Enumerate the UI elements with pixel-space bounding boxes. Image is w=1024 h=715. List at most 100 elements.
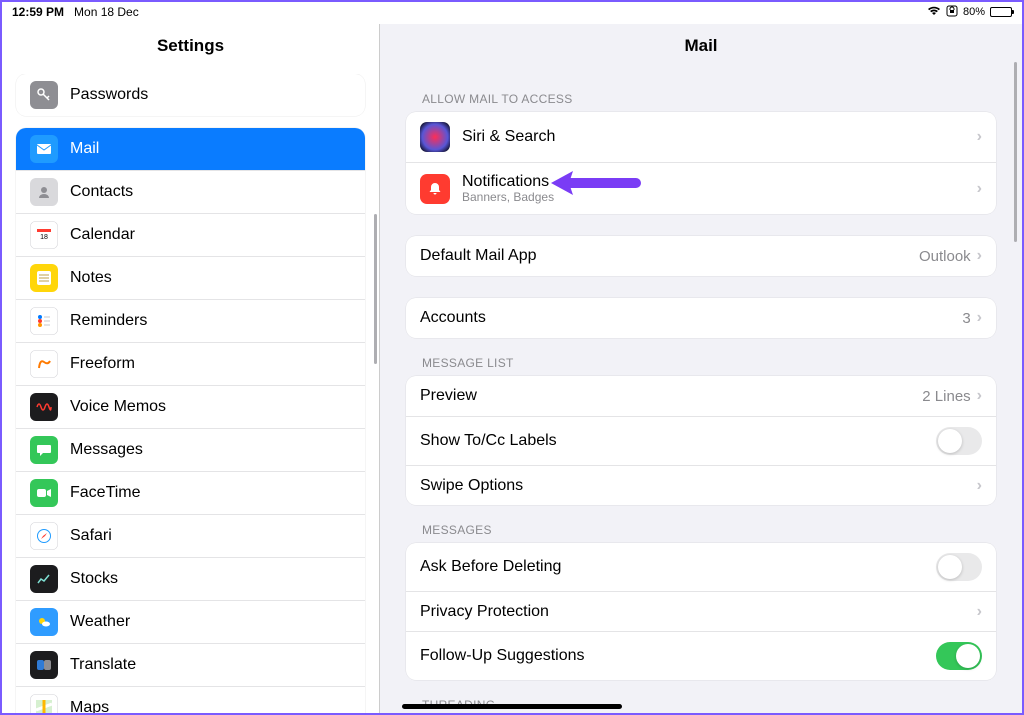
sidebar-item-facetime[interactable]: FaceTime — [16, 471, 365, 514]
sidebar-item-stocks[interactable]: Stocks — [16, 557, 365, 600]
row-follow-up: Follow-Up Suggestions — [406, 631, 996, 680]
row-value: 2 Lines — [922, 388, 970, 405]
sidebar-item-label: Maps — [70, 699, 109, 713]
sidebar-item-label: Translate — [70, 656, 136, 674]
section-messages: Messages — [406, 505, 996, 543]
status-time: 12:59 PM — [12, 5, 64, 19]
sidebar-item-translate[interactable]: Translate — [16, 643, 365, 686]
row-label: Siri & Search — [462, 128, 555, 146]
messages-icon — [30, 436, 58, 464]
row-preview[interactable]: Preview 2 Lines › — [406, 376, 996, 416]
sidebar-item-passwords[interactable]: Passwords — [16, 74, 365, 116]
row-value: 3 — [962, 310, 970, 327]
sidebar-item-voice-memos[interactable]: Voice Memos — [16, 385, 365, 428]
contact-icon — [30, 178, 58, 206]
row-label: Swipe Options — [420, 477, 523, 495]
row-ask-before-deleting: Ask Before Deleting — [406, 543, 996, 591]
sidebar-title: Settings — [2, 24, 379, 74]
sidebar-item-label: Notes — [70, 269, 112, 287]
row-label: Notifications — [462, 173, 554, 191]
row-value: Outlook — [919, 248, 971, 265]
row-label: Default Mail App — [420, 247, 537, 265]
translate-icon — [30, 651, 58, 679]
sidebar-item-safari[interactable]: Safari — [16, 514, 365, 557]
section-message-list: Message List — [406, 338, 996, 376]
section-allow-access: Allow Mail to Access — [406, 74, 996, 112]
toggle-show-tocc[interactable] — [936, 427, 982, 455]
row-accounts[interactable]: Accounts 3 › — [406, 298, 996, 338]
sidebar-item-label: Reminders — [70, 312, 147, 330]
row-label: Privacy Protection — [420, 603, 549, 621]
status-bar: 12:59 PM Mon 18 Dec 80% — [2, 2, 1022, 22]
sidebar-item-contacts[interactable]: Contacts — [16, 170, 365, 213]
chevron-right-icon: › — [977, 247, 982, 265]
status-date: Mon 18 Dec — [74, 5, 139, 19]
row-privacy-protection[interactable]: Privacy Protection › — [406, 591, 996, 631]
sidebar-item-notes[interactable]: Notes — [16, 256, 365, 299]
voicememo-icon — [30, 393, 58, 421]
siri-icon — [420, 122, 450, 152]
row-notifications[interactable]: Notifications Banners, Badges › — [406, 162, 996, 214]
calendar-icon: 18 — [30, 221, 58, 249]
row-siri-search[interactable]: Siri & Search › — [406, 112, 996, 162]
battery-icon — [990, 7, 1012, 17]
sidebar-item-freeform[interactable]: Freeform — [16, 342, 365, 385]
row-label: Accounts — [420, 309, 486, 327]
toggle-ask-before-deleting[interactable] — [936, 553, 982, 581]
sidebar-item-label: Weather — [70, 613, 130, 631]
wifi-icon — [927, 6, 941, 19]
status-right: 80% — [927, 5, 1012, 20]
sidebar-item-label: Voice Memos — [70, 398, 166, 416]
weather-icon — [30, 608, 58, 636]
notifications-icon — [420, 174, 450, 204]
sidebar-item-label: Mail — [70, 140, 99, 158]
sidebar-item-label: Passwords — [70, 86, 148, 104]
scroll-indicator — [374, 214, 377, 364]
chevron-right-icon: › — [977, 387, 982, 405]
sidebar-item-label: Contacts — [70, 183, 133, 201]
mail-settings-panel: Mail Allow Mail to Access Siri & Search … — [380, 24, 1022, 713]
sidebar-item-messages[interactable]: Messages — [16, 428, 365, 471]
sidebar-item-label: Stocks — [70, 570, 118, 588]
svg-text:18: 18 — [40, 234, 48, 241]
mail-icon — [30, 135, 58, 163]
sidebar-item-label: Freeform — [70, 355, 135, 373]
row-label: Show To/Cc Labels — [420, 432, 557, 450]
sidebar-item-reminders[interactable]: Reminders — [16, 299, 365, 342]
notes-icon — [30, 264, 58, 292]
row-label: Preview — [420, 387, 477, 405]
sidebar-item-calendar[interactable]: 18 Calendar — [16, 213, 365, 256]
row-show-tocc: Show To/Cc Labels — [406, 416, 996, 465]
sidebar-item-mail[interactable]: Mail — [16, 128, 365, 170]
chevron-right-icon: › — [977, 603, 982, 621]
sidebar-item-weather[interactable]: Weather — [16, 600, 365, 643]
stocks-icon — [30, 565, 58, 593]
sidebar-item-label: Messages — [70, 441, 143, 459]
settings-sidebar: Settings Passwords Mail Contacts 18 Calenda… — [2, 24, 380, 713]
chevron-right-icon: › — [977, 309, 982, 327]
row-label: Ask Before Deleting — [420, 558, 561, 576]
sidebar-group-passwords: Passwords — [16, 74, 365, 116]
chevron-right-icon: › — [977, 128, 982, 146]
maps-icon — [30, 694, 58, 713]
sidebar-group-apps: Mail Contacts 18 Calendar Notes Reminders Free… — [16, 128, 365, 713]
toggle-follow-up[interactable] — [936, 642, 982, 670]
row-swipe-options[interactable]: Swipe Options › — [406, 465, 996, 505]
row-label: Follow-Up Suggestions — [420, 647, 585, 665]
sidebar-item-maps[interactable]: Maps — [16, 686, 365, 713]
facetime-icon — [30, 479, 58, 507]
scroll-indicator — [1014, 62, 1017, 242]
sidebar-item-label: Safari — [70, 527, 112, 545]
annotation-arrow-icon — [551, 169, 641, 197]
home-indicator[interactable] — [402, 704, 622, 709]
key-icon — [30, 81, 58, 109]
row-sublabel: Banners, Badges — [462, 191, 554, 204]
main-title: Mail — [380, 24, 1022, 74]
safari-icon — [30, 522, 58, 550]
battery-percent: 80% — [963, 6, 985, 18]
row-default-mail-app[interactable]: Default Mail App Outlook › — [406, 236, 996, 276]
sidebar-item-label: Calendar — [70, 226, 135, 244]
chevron-right-icon: › — [977, 477, 982, 495]
chevron-right-icon: › — [977, 180, 982, 198]
freeform-icon — [30, 350, 58, 378]
